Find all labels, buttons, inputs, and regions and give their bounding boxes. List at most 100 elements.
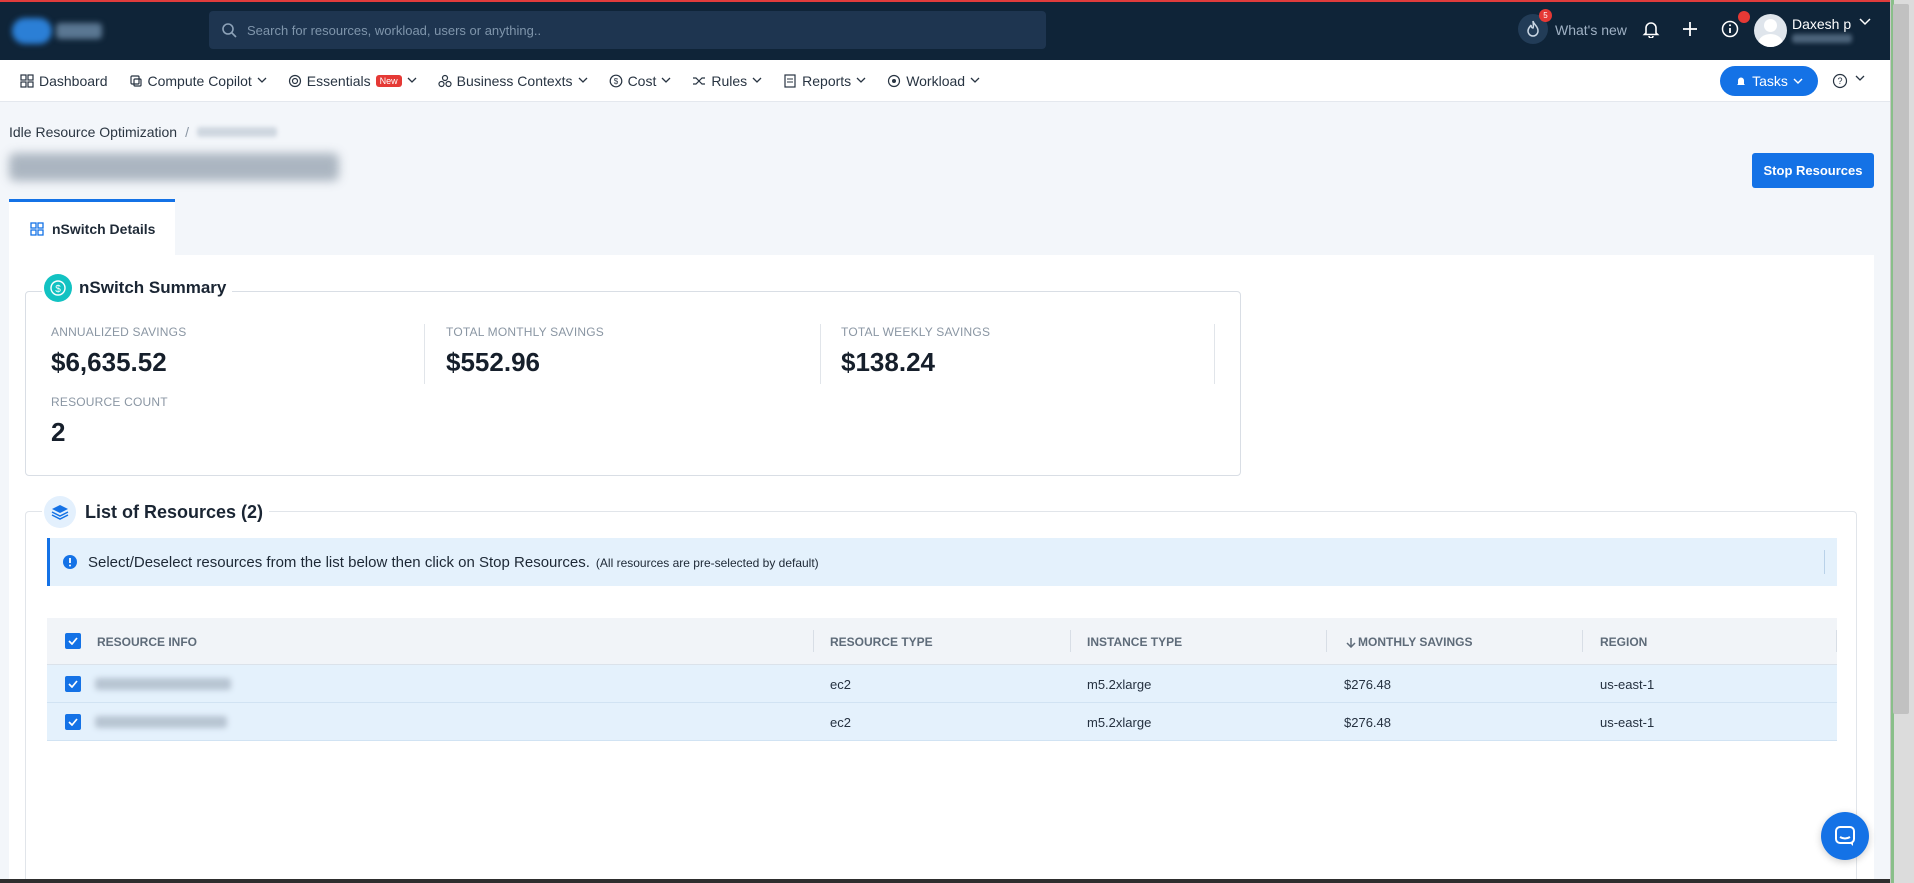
- alert-dot: [1738, 11, 1750, 23]
- nav-reports[interactable]: Reports: [783, 60, 866, 102]
- svg-text:$: $: [613, 77, 618, 86]
- chat-support-button[interactable]: [1821, 812, 1869, 860]
- metric-divider: [820, 324, 821, 384]
- column-header-resource-type[interactable]: RESOURCE TYPE: [830, 635, 933, 649]
- nav-business-contexts[interactable]: Business Contexts: [438, 60, 588, 102]
- chevron-down-icon: [578, 77, 588, 83]
- select-all-checkbox[interactable]: [65, 633, 81, 649]
- table-row[interactable]: ec2 m5.2xlarge $276.48 us-east-1: [47, 703, 1837, 741]
- info-divider: [1824, 550, 1825, 574]
- nav-cost[interactable]: $ Cost: [609, 60, 672, 102]
- tab-label: nSwitch Details: [52, 220, 156, 237]
- breadcrumb-separator: /: [185, 124, 189, 140]
- summary-title: nSwitch Summary: [79, 278, 227, 297]
- info-circle-icon: [1721, 20, 1739, 38]
- metric-total-weekly-savings: TOTAL WEEKLY SAVINGS $138.24: [841, 325, 1236, 378]
- nav-rules[interactable]: Rules: [692, 60, 762, 102]
- row-checkbox[interactable]: [65, 676, 81, 692]
- resources-heading: List of Resources (2): [42, 496, 270, 528]
- stop-resources-button[interactable]: Stop Resources: [1752, 153, 1874, 188]
- column-separator[interactable]: [1326, 630, 1327, 652]
- column-header-resource-info[interactable]: RESOURCE INFO: [97, 635, 197, 649]
- search-bar[interactable]: [209, 11, 1046, 49]
- window-bottom-border: [0, 879, 1890, 883]
- app-logo[interactable]: [12, 14, 122, 48]
- whats-new-label[interactable]: What's new: [1555, 22, 1627, 38]
- nav-label: Reports: [802, 72, 852, 89]
- chevron-down-icon: [856, 77, 866, 83]
- nav-essentials[interactable]: Essentials New: [288, 60, 417, 102]
- whats-new-button[interactable]: 5: [1518, 9, 1552, 44]
- row-checkbox[interactable]: [65, 714, 81, 730]
- chevron-down-icon: [970, 77, 980, 83]
- help-icon[interactable]: ?: [1832, 73, 1848, 89]
- column-header-monthly-savings[interactable]: MONTHLY SAVINGS: [1346, 635, 1472, 649]
- column-separator[interactable]: [1582, 630, 1583, 652]
- chevron-down-icon[interactable]: [1859, 18, 1871, 26]
- metric-divider: [1214, 324, 1215, 384]
- bell-icon: [1737, 77, 1746, 85]
- nav-label: Compute Copilot: [147, 72, 252, 89]
- chat-icon: [1835, 826, 1855, 846]
- nav-dashboard[interactable]: Dashboard: [20, 60, 108, 102]
- bell-icon: [1642, 22, 1660, 38]
- search-icon: [222, 23, 237, 38]
- breadcrumb-parent[interactable]: Idle Resource Optimization: [9, 124, 177, 140]
- cell-resource-type: ec2: [830, 677, 851, 692]
- nav-label: Cost: [627, 72, 657, 89]
- metric-value: 2: [51, 417, 66, 447]
- resource-id-redacted: [95, 678, 231, 690]
- info-text: Select/Deselect resources from the list …: [88, 553, 819, 571]
- plus-icon: [1683, 22, 1697, 36]
- resource-id-redacted: [95, 716, 227, 728]
- metric-label: TOTAL WEEKLY SAVINGS: [841, 325, 991, 339]
- workload-icon: [888, 74, 901, 87]
- scrollbar-thumb[interactable]: [1893, 4, 1909, 714]
- column-header-instance-type[interactable]: INSTANCE TYPE: [1087, 635, 1182, 649]
- copilot-icon: [129, 74, 142, 87]
- essentials-icon: [288, 74, 301, 87]
- summary-heading: $ nSwitch Summary: [42, 274, 233, 302]
- user-subtitle: [1792, 34, 1852, 43]
- flame-icon: [1527, 20, 1539, 37]
- metric-label: TOTAL MONTHLY SAVINGS: [446, 325, 605, 339]
- table-header: RESOURCE INFO RESOURCE TYPE INSTANCE TYP…: [47, 618, 1837, 665]
- nav-label: Dashboard: [39, 72, 108, 89]
- notifications-button[interactable]: [1636, 14, 1666, 44]
- page-title-redacted: [9, 153, 339, 181]
- dollar-coin-icon: $: [44, 274, 72, 302]
- tasks-button[interactable]: Tasks: [1720, 66, 1818, 96]
- chevron-down-icon: [661, 77, 671, 83]
- cell-instance-type: m5.2xlarge: [1087, 715, 1152, 730]
- nav-compute-copilot[interactable]: Compute Copilot: [129, 60, 267, 102]
- metric-total-monthly-savings: TOTAL MONTHLY SAVINGS $552.96: [446, 325, 841, 378]
- resources-title: List of Resources (2): [85, 501, 264, 522]
- column-separator: [1836, 630, 1837, 652]
- tab-nswitch-details[interactable]: nSwitch Details: [9, 199, 175, 255]
- cell-resource-type: ec2: [830, 715, 851, 730]
- grid-icon: [20, 73, 34, 88]
- chevron-down-icon[interactable]: [1855, 75, 1865, 82]
- chevron-down-icon: [257, 77, 267, 83]
- tasks-label: Tasks: [1752, 73, 1788, 89]
- breadcrumb-current-redacted: [196, 127, 277, 137]
- whats-new-count-badge: 5: [1539, 9, 1552, 22]
- new-badge: New: [375, 74, 402, 87]
- table-row[interactable]: ec2 m5.2xlarge $276.48 us-east-1: [47, 665, 1837, 703]
- nswitch-summary-card: $ nSwitch Summary ANNUALIZED SAVINGS $6,…: [25, 274, 1241, 476]
- column-separator[interactable]: [813, 630, 814, 652]
- create-button[interactable]: [1675, 14, 1705, 44]
- metric-label: ANNUALIZED SAVINGS: [51, 325, 187, 339]
- column-separator[interactable]: [1070, 630, 1071, 652]
- nav-workload[interactable]: Workload: [887, 60, 980, 102]
- search-input[interactable]: [247, 22, 1007, 38]
- metric-divider: [424, 324, 425, 384]
- resources-table: RESOURCE INFO RESOURCE TYPE INSTANCE TYP…: [47, 618, 1837, 741]
- sort-down-arrow-icon: [1346, 637, 1356, 648]
- column-header-region[interactable]: REGION: [1600, 635, 1647, 649]
- metric-resource-count: RESOURCE COUNT 2: [51, 395, 446, 448]
- metric-label: RESOURCE COUNT: [51, 395, 168, 409]
- user-avatar[interactable]: [1754, 14, 1787, 47]
- user-name[interactable]: Daxesh p: [1792, 16, 1851, 32]
- svg-text:$: $: [55, 284, 61, 295]
